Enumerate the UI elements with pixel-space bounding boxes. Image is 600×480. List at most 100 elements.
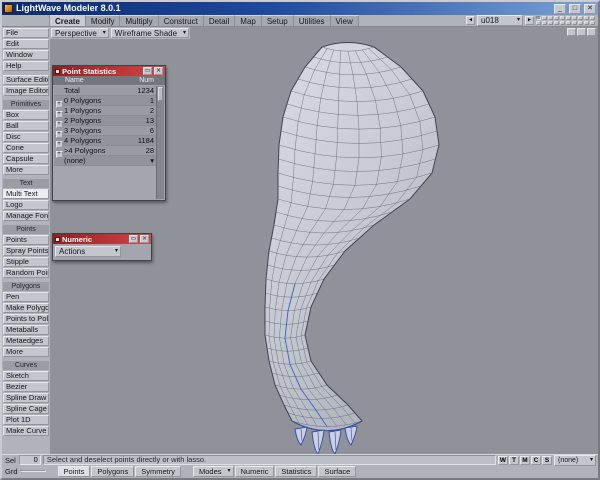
- maximize-button[interactable]: □: [569, 3, 581, 14]
- sidebar-item-image-editor[interactable]: Image Editor: [3, 86, 49, 96]
- sidebar-item-points-to-polys[interactable]: Points to Polys: [3, 314, 49, 324]
- numeric-panel-title: Numeric: [62, 234, 93, 244]
- layer-cell[interactable]: [536, 16, 541, 20]
- tab-view[interactable]: View: [330, 15, 359, 26]
- pane-control-buttons[interactable]: [567, 28, 596, 36]
- pane-button-icon[interactable]: [587, 28, 596, 36]
- tool-numeric-button[interactable]: Numeric: [234, 465, 275, 477]
- sidebar-item-points[interactable]: Points: [3, 235, 49, 245]
- layer-cell[interactable]: [554, 16, 559, 20]
- minimize-button[interactable]: _: [554, 3, 566, 14]
- mode-symmetry-button[interactable]: Symmetry: [135, 465, 181, 477]
- pane-button-icon[interactable]: [567, 28, 576, 36]
- sidebar-item-bezier[interactable]: Bezier: [3, 382, 49, 392]
- layer-cell[interactable]: [542, 16, 547, 20]
- sidebar-item-ball[interactable]: Ball: [3, 121, 49, 131]
- titlebar[interactable]: LightWave Modeler 8.0.1 _ □ ✕: [2, 2, 598, 15]
- prev-object-button[interactable]: ◄: [466, 16, 475, 25]
- layer-cell[interactable]: [542, 21, 547, 25]
- stats-row: +4 Polygons 1184: [54, 136, 156, 148]
- numeric-panel-titlebar[interactable]: Numeric ▭ ✕: [53, 234, 151, 244]
- vmap-selector-dropdown[interactable]: (none): [554, 454, 596, 466]
- layer-cell[interactable]: [554, 21, 559, 25]
- layer-cell[interactable]: [590, 21, 595, 25]
- tab-construct[interactable]: Construct: [158, 15, 204, 26]
- numeric-minimize-button[interactable]: ▭: [129, 235, 138, 243]
- pane-button-icon[interactable]: [577, 28, 586, 36]
- sidebar-item-box[interactable]: Box: [3, 110, 49, 120]
- tool-surface-button[interactable]: Surface: [318, 465, 357, 477]
- sidebar-item-disc[interactable]: Disc: [3, 132, 49, 142]
- tab-create[interactable]: Create: [50, 15, 86, 26]
- object-selector-dropdown[interactable]: u018: [477, 15, 523, 26]
- mode-polygons-button[interactable]: Polygons: [91, 465, 135, 477]
- vmap-c-button[interactable]: C: [531, 455, 541, 465]
- tab-multiply[interactable]: Multiply: [120, 15, 159, 26]
- sidebar-item-metaballs[interactable]: Metaballs: [3, 325, 49, 335]
- vmap-t-button[interactable]: T: [509, 455, 519, 465]
- tab-detail[interactable]: Detail: [203, 15, 236, 26]
- tool-modes-button[interactable]: Modes: [192, 465, 234, 477]
- sidebar-item-help[interactable]: Help: [3, 61, 49, 71]
- layer-cell[interactable]: [572, 16, 577, 20]
- sidebar-item-file[interactable]: File: [3, 28, 49, 38]
- stats-scrollbar[interactable]: [156, 86, 164, 199]
- sidebar-item-multi-text[interactable]: Multi Text: [3, 189, 49, 199]
- tool-statistics-button[interactable]: Statistics: [275, 465, 318, 477]
- sidebar-item-capsule[interactable]: Capsule: [3, 154, 49, 164]
- stats-row-name: 1 Polygons: [64, 106, 102, 115]
- stats-row-toggle-button[interactable]: +: [55, 150, 63, 158]
- tab-modify[interactable]: Modify: [85, 15, 121, 26]
- layer-cell[interactable]: [572, 21, 577, 25]
- layer-cell[interactable]: [566, 21, 571, 25]
- sidebar-item-random-points[interactable]: Random Points: [3, 268, 49, 278]
- sidebar-item-make-polygon[interactable]: Make Polygon: [3, 303, 49, 313]
- next-object-button[interactable]: ►: [525, 16, 534, 25]
- sidebar-item-logo[interactable]: Logo: [3, 200, 49, 210]
- sidebar-item-pen[interactable]: Pen: [3, 292, 49, 302]
- stats-close-button[interactable]: ✕: [154, 67, 163, 75]
- tab-utilities[interactable]: Utilities: [293, 15, 331, 26]
- close-button[interactable]: ✕: [584, 3, 596, 14]
- sidebar-item-plot-1d[interactable]: Plot 1D: [3, 415, 49, 425]
- sidebar-item-stipple[interactable]: Stipple: [3, 257, 49, 267]
- sidebar-item-more[interactable]: More: [3, 347, 49, 357]
- sidebar-item-spline-draw[interactable]: Spline Draw: [3, 393, 49, 403]
- tab-setup[interactable]: Setup: [261, 15, 294, 26]
- layer-cell[interactable]: [584, 21, 589, 25]
- layer-cell[interactable]: [560, 16, 565, 20]
- stats-panel-titlebar[interactable]: Point Statistics ▭ ✕: [53, 66, 165, 76]
- scrollbar-thumb[interactable]: [158, 87, 163, 101]
- sidebar-item-spline-cage[interactable]: Spline Cage: [3, 404, 49, 414]
- vmap-s-button[interactable]: S: [542, 455, 552, 465]
- layer-cell[interactable]: [584, 16, 589, 20]
- tab-map[interactable]: Map: [235, 15, 262, 26]
- sidebar-item-edit[interactable]: Edit: [3, 39, 49, 49]
- stats-minimize-button[interactable]: ▭: [143, 67, 152, 75]
- sidebar-item-window[interactable]: Window: [3, 50, 49, 60]
- layer-cell[interactable]: [548, 21, 553, 25]
- vmap-m-button[interactable]: M: [520, 455, 530, 465]
- perspective-viewport[interactable]: Perspective Wireframe Shade Point Statis…: [50, 27, 598, 454]
- sidebar-item-metaedges[interactable]: Metaedges: [3, 336, 49, 346]
- layer-cell[interactable]: [560, 21, 565, 25]
- layer-cell[interactable]: [566, 16, 571, 20]
- layer-cell[interactable]: [578, 21, 583, 25]
- layer-cell[interactable]: [536, 21, 541, 25]
- sidebar-item-spray-points[interactable]: Spray Points: [3, 246, 49, 256]
- sidebar-item-make-curve[interactable]: Make Curve: [3, 426, 49, 436]
- shade-mode-dropdown[interactable]: Wireframe Shade: [110, 28, 190, 38]
- vmap-w-button[interactable]: W: [498, 455, 508, 465]
- sidebar-item-more[interactable]: More: [3, 165, 49, 175]
- view-mode-dropdown[interactable]: Perspective: [51, 28, 109, 38]
- sidebar-item-sketch[interactable]: Sketch: [3, 371, 49, 381]
- layer-cell[interactable]: [590, 16, 595, 20]
- mode-points-button[interactable]: Points: [57, 465, 91, 477]
- layer-cell[interactable]: [548, 16, 553, 20]
- sidebar-item-surface-editor[interactable]: Surface Editor: [3, 75, 49, 85]
- sidebar-item-cone[interactable]: Cone: [3, 143, 49, 153]
- numeric-close-button[interactable]: ✕: [140, 235, 149, 243]
- numeric-actions-dropdown[interactable]: Actions: [55, 246, 121, 257]
- layer-cell[interactable]: [578, 16, 583, 20]
- sidebar-item-manage-fonts[interactable]: Manage Fonts: [3, 211, 49, 221]
